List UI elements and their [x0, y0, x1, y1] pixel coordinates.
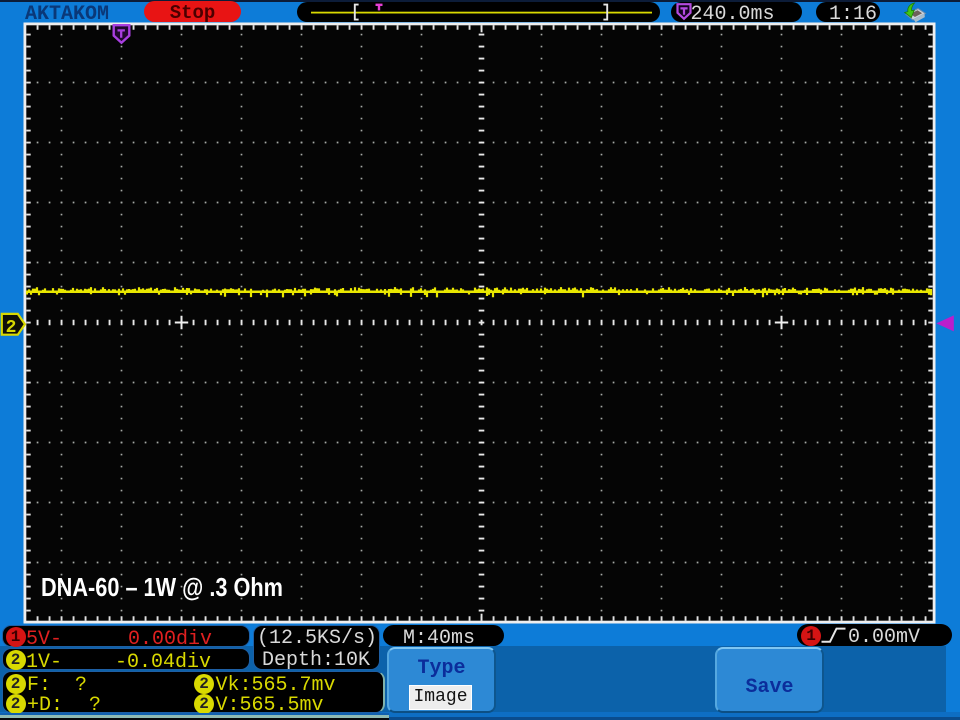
svg-text:2: 2 [6, 318, 17, 338]
